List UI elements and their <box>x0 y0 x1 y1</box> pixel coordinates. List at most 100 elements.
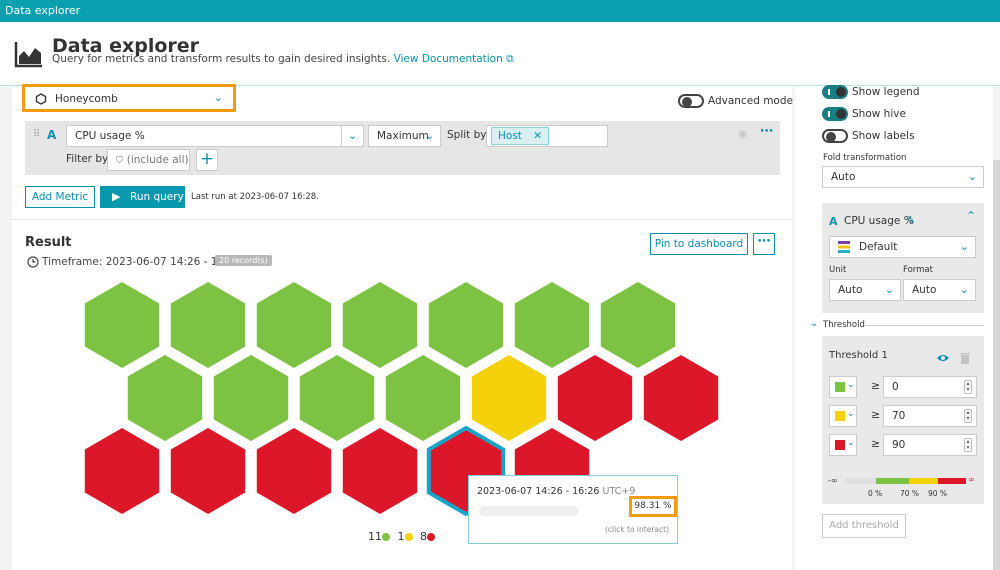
split-by-label: Split by <box>447 129 487 141</box>
stepper-icon[interactable]: ▴ ▾ <box>964 438 972 452</box>
format-select[interactable]: Auto ⌄ <box>903 279 976 301</box>
metric-letter: A <box>829 215 838 228</box>
hex-cell[interactable] <box>514 282 590 368</box>
pin-to-dashboard-button[interactable]: Pin to dashboard <box>650 233 748 255</box>
format-label: Format <box>903 265 933 275</box>
subtitle-text: Query for metrics and transform results … <box>52 53 391 65</box>
filter-by-label: Filter by <box>66 153 109 165</box>
threshold-section-label: Threshold <box>823 320 865 330</box>
threshold-operator: ≥ <box>871 437 881 450</box>
advanced-mode-toggle[interactable] <box>678 94 704 108</box>
hex-cell[interactable] <box>170 282 246 368</box>
hex-cell[interactable] <box>127 355 203 441</box>
show-legend-label: Show legend <box>852 86 920 98</box>
filter-input[interactable]: ⛉ (include all) <box>107 149 190 171</box>
threshold-color-picker[interactable]: ⌄ <box>829 434 857 456</box>
stepper-icon[interactable]: ▴ ▾ <box>964 380 972 394</box>
view-documentation-link[interactable]: View Documentation ⧉ <box>394 53 514 65</box>
threshold-value-input[interactable]: 90 ▴ ▾ <box>883 434 977 456</box>
aggregation-value: Maximum <box>377 130 429 142</box>
hex-cell[interactable] <box>600 282 676 368</box>
chevron-down-icon: ⌄ <box>213 91 223 104</box>
unit-select[interactable]: Auto ⌄ <box>829 279 901 301</box>
section-divider <box>12 219 792 220</box>
run-query-button[interactable]: ▶ Run query <box>100 186 185 208</box>
threshold-value-input[interactable]: 0 ▴ ▾ <box>883 376 977 398</box>
scale-min: -∞ <box>828 476 838 485</box>
result-more-button[interactable]: ⋯ <box>753 233 775 255</box>
hex-cell[interactable] <box>170 428 246 514</box>
timeframe-text: Timeframe: 2023-06-07 14:26 - 16:26 <box>42 256 242 268</box>
drag-handle-icon[interactable]: ⠿ <box>33 129 40 140</box>
add-filter-button[interactable]: + <box>196 149 218 171</box>
hex-cell[interactable] <box>299 355 375 441</box>
hex-cell[interactable] <box>256 282 332 368</box>
hex-cell[interactable] <box>213 355 289 441</box>
metric-select[interactable]: CPU usage % ⌄ <box>66 125 364 147</box>
hex-cell[interactable] <box>84 282 160 368</box>
external-link-icon: ⧉ <box>506 53 514 65</box>
show-hive-label: Show hive <box>852 108 906 120</box>
show-hive-toggle[interactable] <box>822 107 848 121</box>
show-legend-toggle[interactable] <box>822 85 848 99</box>
hex-cell[interactable] <box>256 428 332 514</box>
chevron-up-icon[interactable]: ⌃ <box>966 209 976 223</box>
red-dot-icon <box>427 533 435 541</box>
tooltip-time-value: 2023-06-07 14:26 - 16:26 <box>477 486 600 497</box>
threshold-color-picker[interactable]: ⌄ <box>829 376 857 398</box>
toggle-knob <box>836 109 846 119</box>
chevron-down-icon: ⌄ <box>884 283 894 296</box>
hex-cell[interactable] <box>342 428 418 514</box>
chevron-down-icon[interactable]: ⌄ <box>810 318 818 329</box>
scale-tick-70: 70 % <box>900 489 920 498</box>
run-query-label: Run query <box>130 191 184 203</box>
hex-cell[interactable] <box>342 282 418 368</box>
chevron-down-icon: ⌄ <box>967 170 977 183</box>
scale-tick-90: 90 % <box>928 489 948 498</box>
close-icon[interactable]: ✕ <box>533 130 542 142</box>
pencil-icon[interactable]: ✎ <box>906 214 915 227</box>
add-metric-button[interactable]: Add Metric <box>25 186 95 208</box>
toggle-knob <box>826 132 836 142</box>
threshold-color-picker[interactable]: ⌄ <box>829 405 857 427</box>
chevron-down-icon: ⌄ <box>847 438 855 448</box>
add-threshold-button[interactable]: Add threshold <box>822 514 906 538</box>
hex-tooltip[interactable]: 2023-06-07 14:26 - 16:26 UTC+9 98.31 % (… <box>468 475 678 544</box>
hex-cell[interactable] <box>385 355 461 441</box>
color-swatch <box>835 411 845 421</box>
palette-select[interactable]: Default ⌄ <box>829 236 976 258</box>
more-options-icon[interactable]: ⋯ <box>760 124 773 139</box>
doc-link-text: View Documentation <box>393 53 503 65</box>
color-swatch <box>835 440 845 450</box>
hex-cell[interactable] <box>471 355 547 441</box>
chevron-down-icon: ⌄ <box>959 240 969 253</box>
hex-cell[interactable] <box>428 282 504 368</box>
color-swatch <box>835 382 845 392</box>
play-icon: ▶ <box>112 190 121 203</box>
filter-placeholder: (include all) <box>126 154 189 166</box>
more-options-icon: ⋯ <box>757 234 771 249</box>
metric-value: CPU usage % <box>75 130 145 142</box>
show-labels-toggle[interactable] <box>822 129 848 143</box>
toggle-bar <box>828 89 830 95</box>
metric-settings-card: A CPU usage % ✎ ⌃ Default ⌄ Unit Format A… <box>822 203 984 313</box>
aggregation-select[interactable]: Maximum ⌄ <box>368 125 441 147</box>
eye-icon[interactable]: ◉ <box>738 127 748 140</box>
fold-transformation-select[interactable]: Auto ⌄ <box>822 166 984 188</box>
tooltip-series-name-blurred <box>479 506 579 516</box>
filter-icon: ⛉ <box>116 156 123 166</box>
hex-cell[interactable] <box>643 355 719 441</box>
chevron-down-icon: ⌄ <box>847 409 855 419</box>
eye-icon[interactable] <box>936 353 950 363</box>
threshold-title: Threshold 1 <box>829 350 888 361</box>
toggle-knob <box>682 97 692 107</box>
chevron-down-icon: ⌄ <box>959 283 969 296</box>
trash-icon[interactable] <box>960 352 970 364</box>
visualization-select[interactable]: Honeycomb ⌄ <box>22 84 236 112</box>
hex-cell[interactable] <box>557 355 633 441</box>
legend-count-green: 11 <box>368 530 382 543</box>
settings-scrollbar-thumb[interactable] <box>993 160 1000 570</box>
stepper-icon[interactable]: ▴ ▾ <box>964 409 972 423</box>
hex-cell[interactable] <box>84 428 160 514</box>
threshold-value-input[interactable]: 70 ▴ ▾ <box>883 405 977 427</box>
